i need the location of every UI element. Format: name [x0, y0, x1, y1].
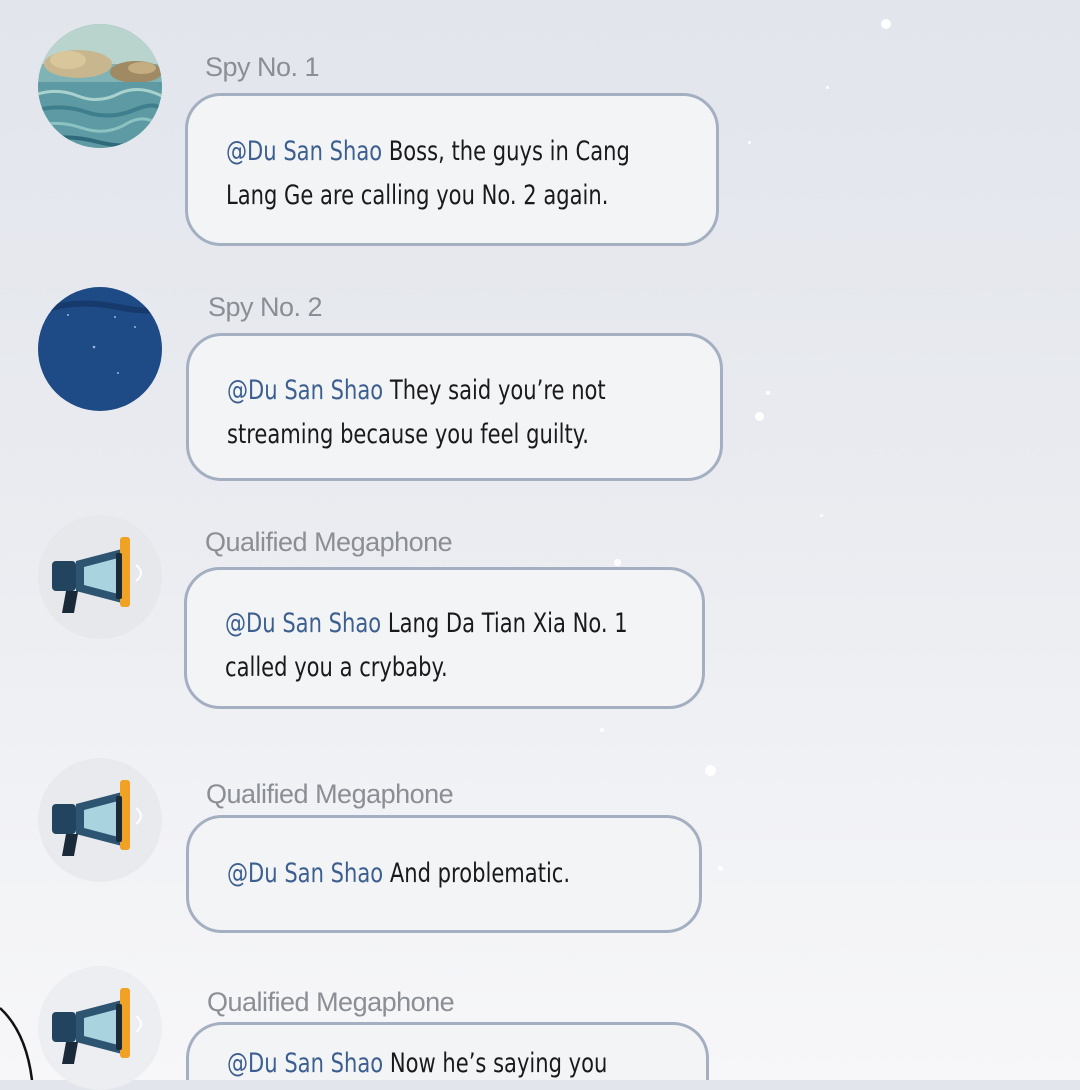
sparkle — [826, 86, 829, 89]
sparkle — [820, 514, 823, 517]
message-line: Boss, the guys in Cang — [382, 136, 630, 167]
megaphone-icon — [52, 780, 142, 856]
message-line: Lang Ge are calling you No. 2 again. — [226, 180, 609, 211]
avatar[interactable] — [38, 966, 162, 1090]
mention-link[interactable]: @Du San Shao — [227, 375, 383, 406]
sparkle — [614, 559, 621, 566]
message-line: And problematic. — [383, 858, 571, 889]
sparkle — [755, 412, 764, 421]
mention-link[interactable]: @Du San Shao — [226, 136, 382, 167]
message-bubble[interactable]: @Du San Shao Lang Da Tian Xia No. 1 call… — [184, 567, 705, 709]
sparkle — [766, 391, 770, 395]
sender-name: Qualified Megaphone — [207, 987, 455, 1017]
message-bubble[interactable]: @Du San Shao And problematic. — [186, 815, 702, 933]
avatar[interactable] — [38, 515, 162, 639]
sparkle — [705, 765, 716, 776]
message-line: Now he’s saying you — [383, 1048, 608, 1079]
message-bubble[interactable]: @Du San Shao Now he’s saying you — [186, 1022, 709, 1080]
megaphone-icon — [52, 988, 142, 1064]
sparkle — [718, 866, 723, 871]
message-text: @Du San Shao And problematic. — [227, 852, 572, 896]
mention-link[interactable]: @Du San Shao — [227, 858, 383, 889]
message-line: called you a crybaby. — [225, 652, 448, 683]
sparkle — [748, 141, 751, 144]
sender-name: Spy No. 1 — [205, 52, 320, 82]
sender-name: Qualified Megaphone — [206, 779, 454, 809]
message-text: @Du San Shao Boss, the guys in Cang Lang… — [226, 130, 630, 218]
sender-name: Qualified Megaphone — [205, 527, 453, 557]
message-text: @Du San Shao Now he’s saying you — [227, 1042, 607, 1086]
avatar[interactable] — [38, 287, 162, 411]
sparkle — [600, 728, 604, 732]
message-bubble[interactable]: @Du San Shao They said you’re not stream… — [186, 333, 723, 481]
message-line: Lang Da Tian Xia No. 1 — [381, 608, 628, 639]
night-sky-icon — [38, 287, 162, 411]
message-text: @Du San Shao They said you’re not stream… — [227, 369, 606, 457]
avatar[interactable] — [38, 24, 162, 148]
message-line: streaming because you feel guilty. — [227, 419, 589, 450]
message-bubble[interactable]: @Du San Shao Boss, the guys in Cang Lang… — [185, 93, 719, 246]
sparkle — [881, 19, 891, 29]
sea-rocks-icon — [38, 24, 162, 148]
avatar[interactable] — [38, 758, 162, 882]
message-text: @Du San Shao Lang Da Tian Xia No. 1 call… — [225, 602, 628, 690]
mention-link[interactable]: @Du San Shao — [225, 608, 381, 639]
message-line: They said you’re not — [383, 375, 606, 406]
megaphone-icon — [52, 537, 142, 613]
mention-link[interactable]: @Du San Shao — [227, 1048, 383, 1079]
sender-name: Spy No. 2 — [208, 292, 323, 322]
